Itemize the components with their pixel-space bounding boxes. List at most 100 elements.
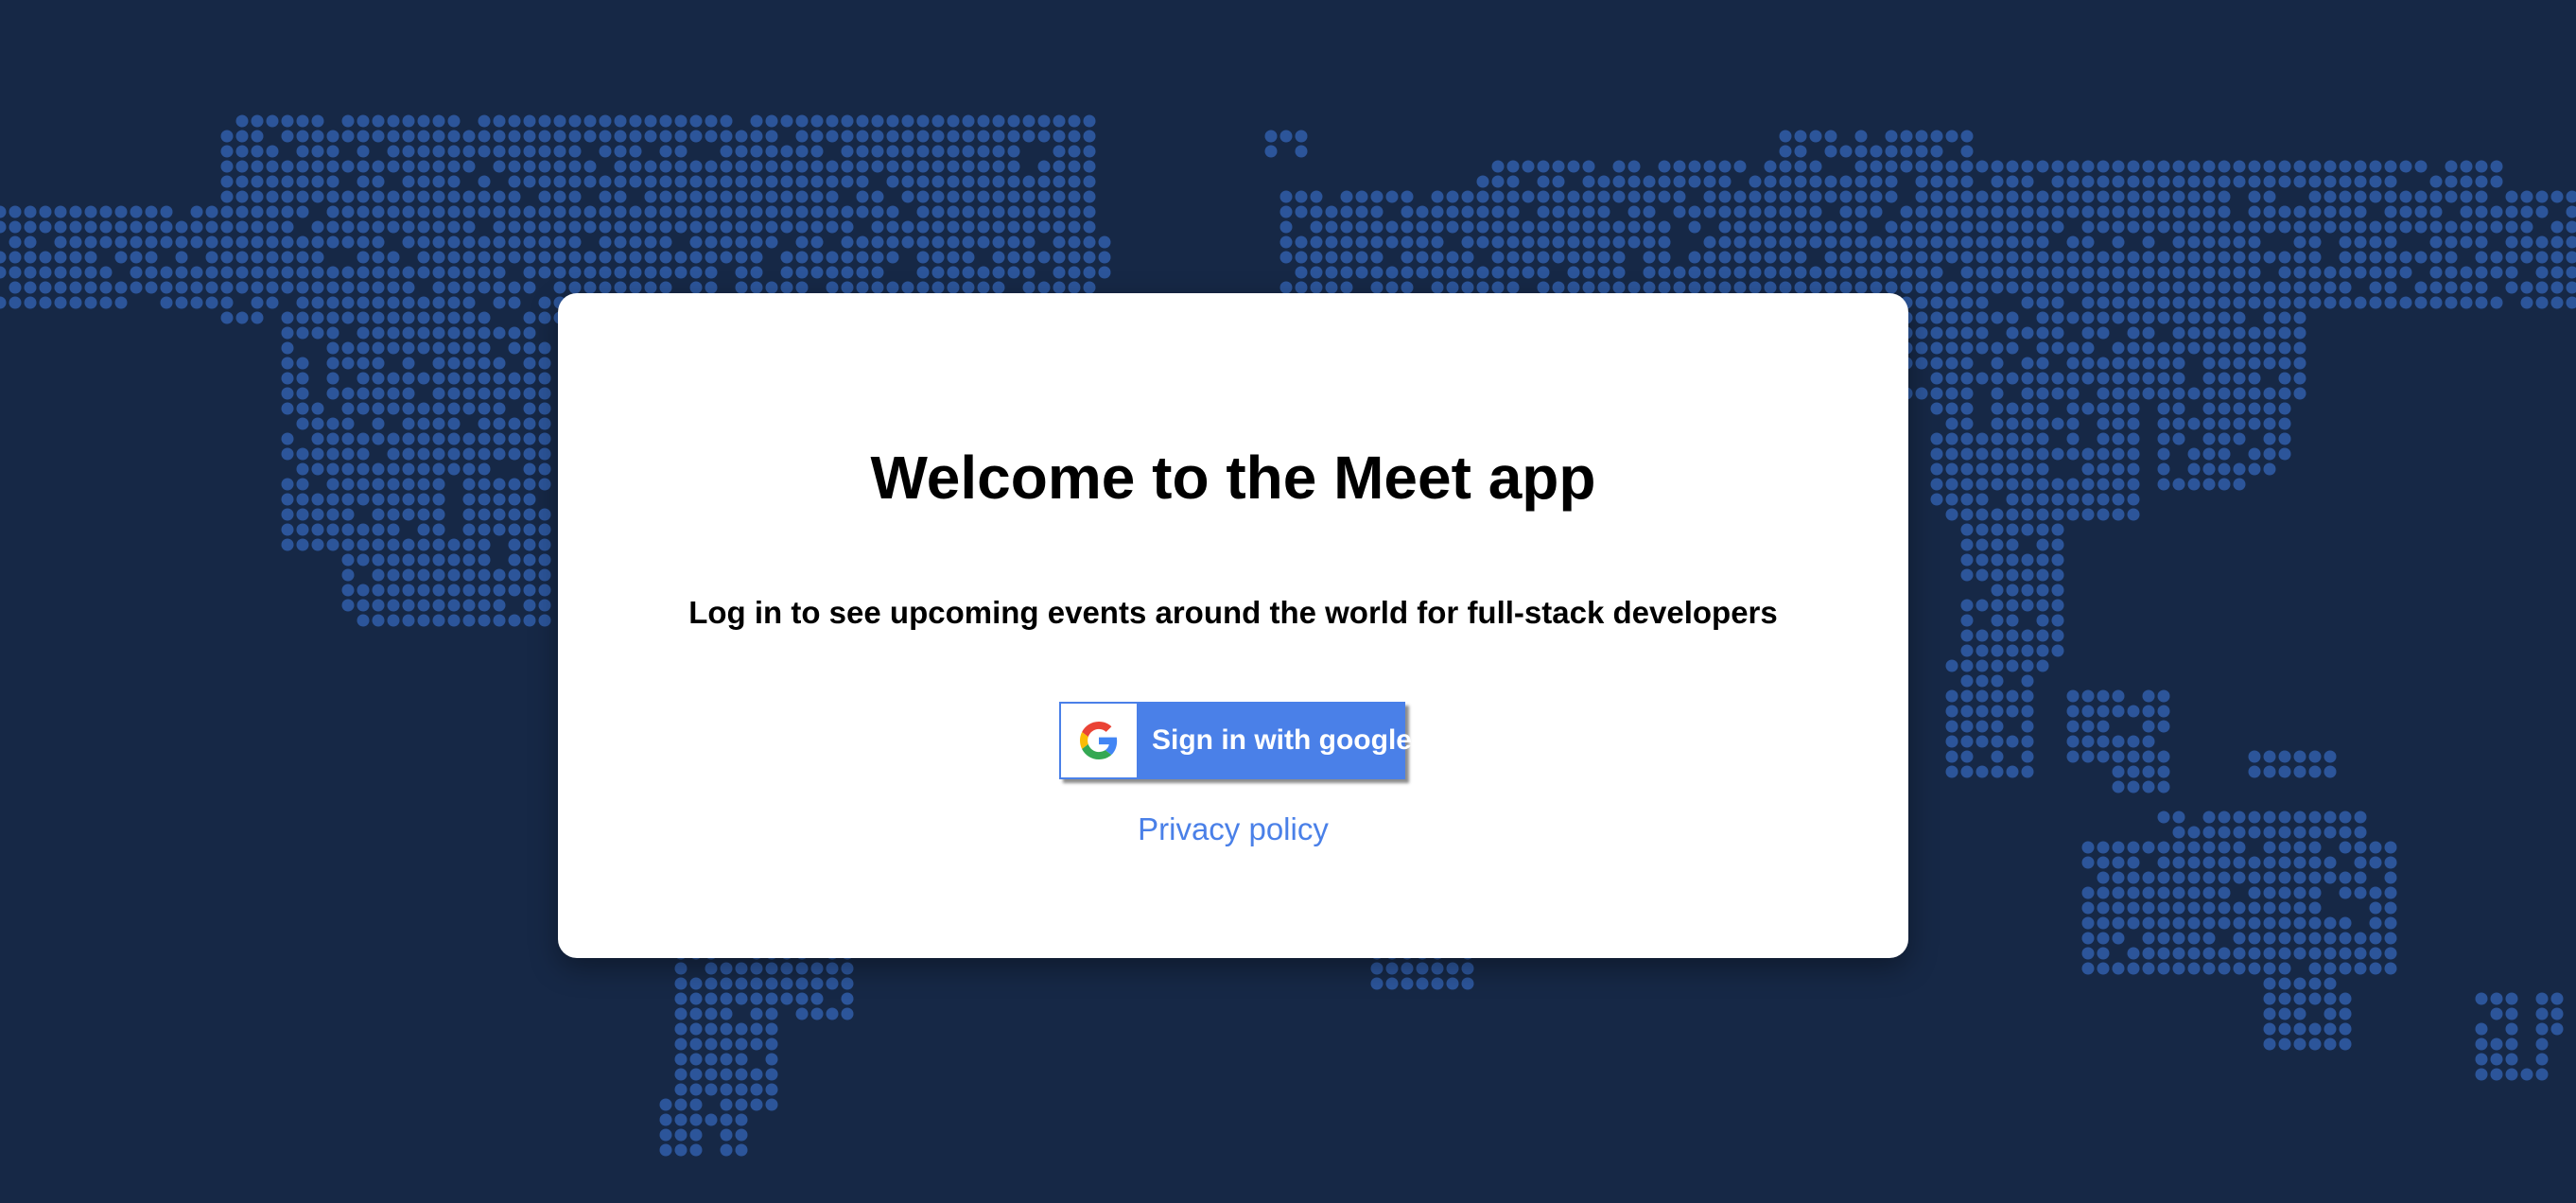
map-dot bbox=[2339, 932, 2352, 945]
map-dot bbox=[2142, 886, 2155, 899]
map-dot bbox=[2278, 402, 2291, 415]
map-dot bbox=[326, 311, 339, 324]
map-dot bbox=[2339, 916, 2352, 930]
map-dot bbox=[2308, 1022, 2322, 1036]
map-dot bbox=[2036, 447, 2049, 461]
map-dot bbox=[659, 205, 672, 218]
sign-in-with-google-button[interactable]: Sign in with google bbox=[1059, 702, 1412, 779]
map-dot bbox=[432, 402, 445, 415]
map-dot bbox=[2081, 402, 2095, 415]
map-dot bbox=[2445, 220, 2458, 234]
map-dot bbox=[1991, 750, 2004, 763]
map-dot bbox=[387, 160, 400, 173]
map-dot bbox=[2081, 205, 2095, 218]
map-dot bbox=[508, 160, 521, 173]
map-dot bbox=[54, 251, 67, 264]
map-dot bbox=[2384, 266, 2397, 279]
map-dot bbox=[1930, 205, 1943, 218]
map-dot bbox=[2157, 856, 2170, 869]
map-dot bbox=[1945, 311, 1958, 324]
map-dot bbox=[538, 235, 551, 249]
map-dot bbox=[2278, 341, 2291, 355]
map-dot bbox=[311, 266, 324, 279]
map-dot bbox=[599, 114, 612, 128]
map-dot bbox=[720, 130, 733, 143]
map-dot bbox=[1930, 251, 1943, 264]
map-dot bbox=[1960, 432, 1974, 445]
map-dot bbox=[1794, 160, 1807, 173]
map-dot bbox=[2036, 160, 2049, 173]
map-dot bbox=[2127, 251, 2140, 264]
map-dot bbox=[326, 341, 339, 355]
map-dot bbox=[750, 1068, 763, 1081]
map-dot bbox=[1915, 235, 1928, 249]
map-dot bbox=[780, 251, 793, 264]
map-dot bbox=[1976, 220, 1989, 234]
map-dot bbox=[1461, 235, 1474, 249]
map-dot bbox=[2505, 266, 2518, 279]
map-dot bbox=[296, 235, 309, 249]
map-dot bbox=[2081, 296, 2095, 309]
map-dot bbox=[2293, 750, 2306, 763]
map-dot bbox=[553, 251, 566, 264]
map-dot bbox=[2248, 357, 2261, 370]
map-dot bbox=[2112, 387, 2125, 400]
map-dot bbox=[1688, 281, 1701, 294]
map-dot bbox=[2505, 1068, 2518, 1081]
map-dot bbox=[750, 266, 763, 279]
map-dot bbox=[735, 130, 748, 143]
map-dot bbox=[1567, 235, 1580, 249]
map-dot bbox=[2399, 251, 2412, 264]
map-dot bbox=[1612, 251, 1626, 264]
map-dot bbox=[266, 160, 279, 173]
map-dot bbox=[1976, 326, 1989, 340]
map-dot bbox=[1506, 190, 1520, 203]
map-dot bbox=[947, 130, 960, 143]
map-dot bbox=[538, 145, 551, 158]
map-dot bbox=[2157, 916, 2170, 930]
map-dot bbox=[674, 205, 688, 218]
map-dot bbox=[2021, 568, 2034, 582]
map-dot bbox=[1401, 205, 1414, 218]
map-dot bbox=[765, 190, 778, 203]
map-dot bbox=[705, 190, 718, 203]
map-dot bbox=[2278, 417, 2291, 430]
map-dot bbox=[1461, 220, 1474, 234]
map-dot bbox=[1749, 220, 1762, 234]
privacy-policy-link[interactable]: Privacy policy bbox=[558, 811, 1908, 847]
map-dot bbox=[447, 432, 461, 445]
map-dot bbox=[1930, 432, 1943, 445]
map-dot bbox=[2036, 629, 2049, 642]
map-dot bbox=[2520, 281, 2533, 294]
map-dot bbox=[2051, 220, 2064, 234]
map-dot bbox=[2187, 932, 2201, 945]
map-dot bbox=[750, 1098, 763, 1111]
map-dot bbox=[1083, 114, 1096, 128]
map-dot bbox=[1476, 190, 1489, 203]
map-dot bbox=[417, 296, 430, 309]
map-dot bbox=[992, 235, 1005, 249]
map-dot bbox=[1976, 296, 1989, 309]
map-dot bbox=[2339, 1022, 2352, 1036]
map-dot bbox=[2339, 281, 2352, 294]
map-dot bbox=[1552, 235, 1565, 249]
map-dot bbox=[2324, 220, 2337, 234]
map-dot bbox=[417, 432, 430, 445]
map-dot bbox=[1991, 402, 2004, 415]
map-dot bbox=[1037, 220, 1051, 234]
map-dot bbox=[1960, 417, 1974, 430]
map-dot bbox=[2399, 190, 2412, 203]
map-dot bbox=[553, 145, 566, 158]
map-dot bbox=[720, 1053, 733, 1066]
map-dot bbox=[402, 357, 415, 370]
map-dot bbox=[2157, 462, 2170, 476]
map-dot bbox=[2460, 296, 2473, 309]
map-dot bbox=[2339, 251, 2352, 264]
map-dot bbox=[372, 296, 385, 309]
map-dot bbox=[2293, 220, 2306, 234]
map-dot bbox=[1461, 190, 1474, 203]
map-dot bbox=[296, 508, 309, 521]
map-dot bbox=[2263, 992, 2276, 1005]
map-dot bbox=[387, 538, 400, 551]
map-dot bbox=[659, 1113, 672, 1126]
